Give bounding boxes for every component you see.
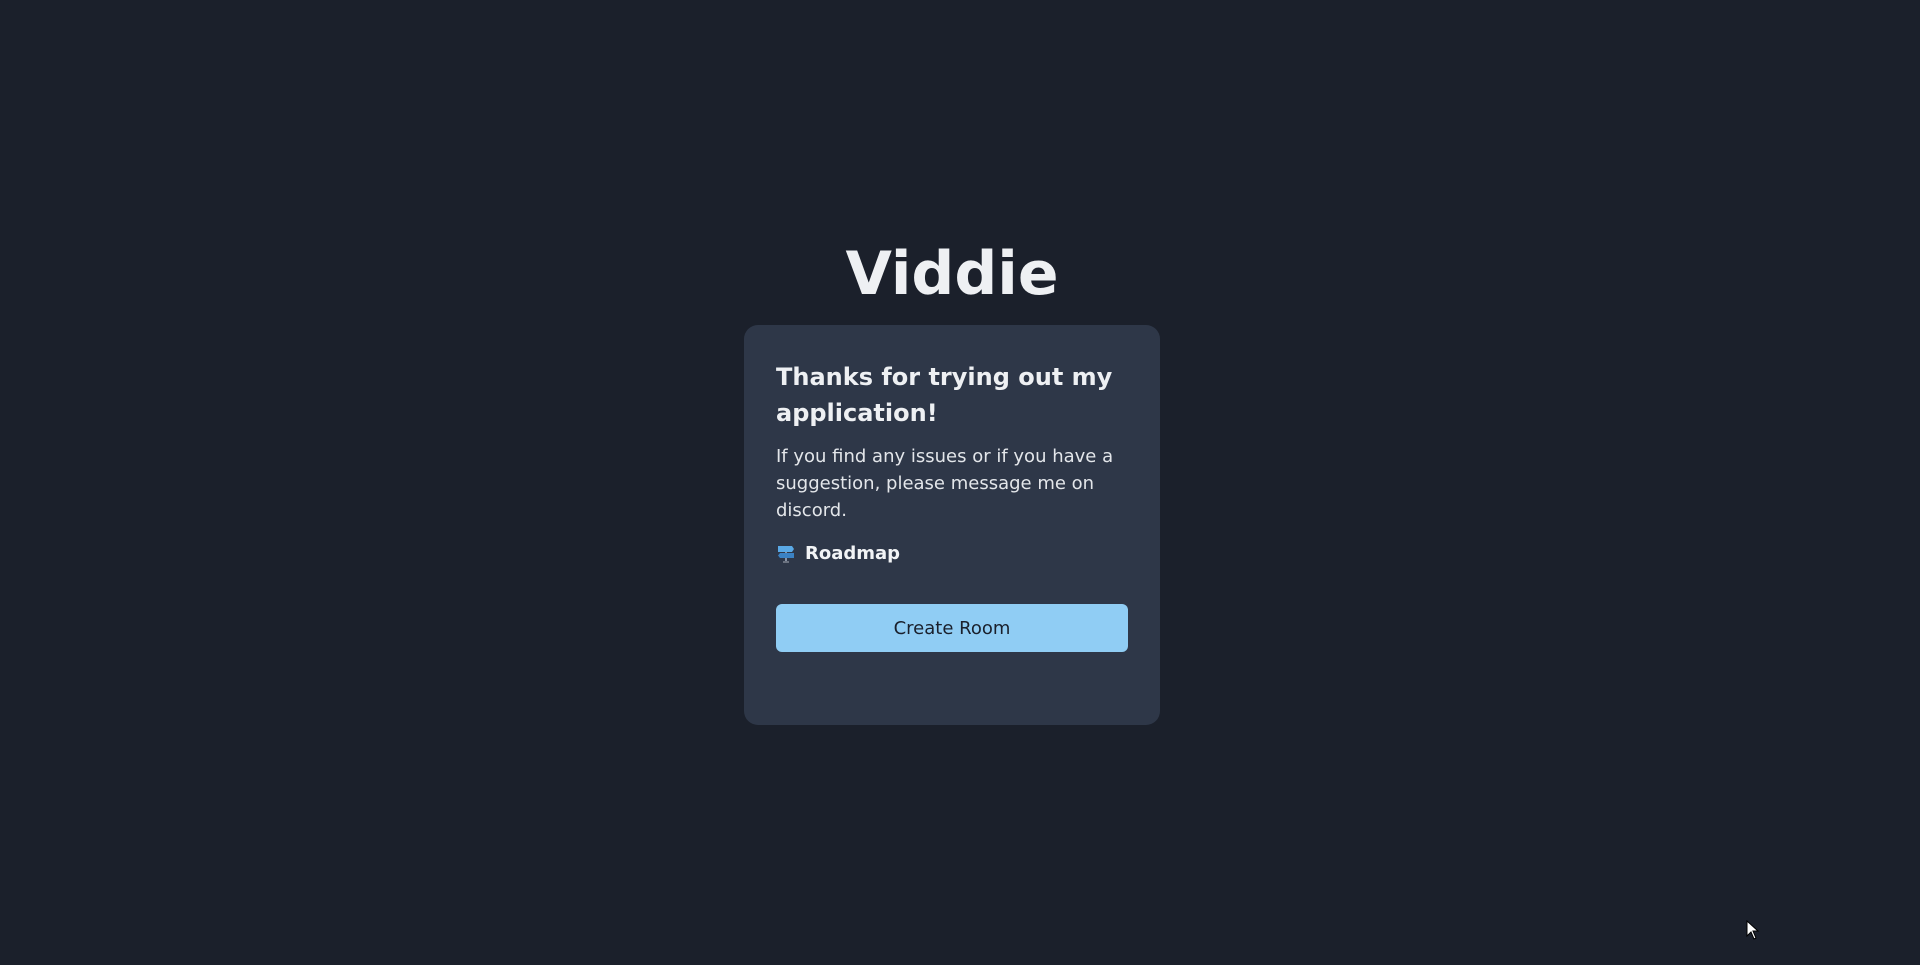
welcome-card: Thanks for trying out my application! If… <box>744 325 1160 725</box>
card-description: If you find any issues or if you have a … <box>776 446 1114 521</box>
app-title: Viddie <box>845 239 1059 309</box>
card-heading: Thanks for trying out my application! <box>776 363 1113 427</box>
scrollbar-track[interactable] <box>1904 0 1920 965</box>
roadmap-link[interactable]: Roadmap <box>776 541 900 565</box>
app-root: Viddie Thanks for trying out my applicat… <box>0 0 1920 965</box>
roadmap-sign-icon <box>776 543 796 563</box>
roadmap-label: Roadmap <box>805 542 901 564</box>
create-room-button[interactable]: Create Room <box>776 604 1128 652</box>
mouse-cursor-icon <box>1746 920 1760 940</box>
